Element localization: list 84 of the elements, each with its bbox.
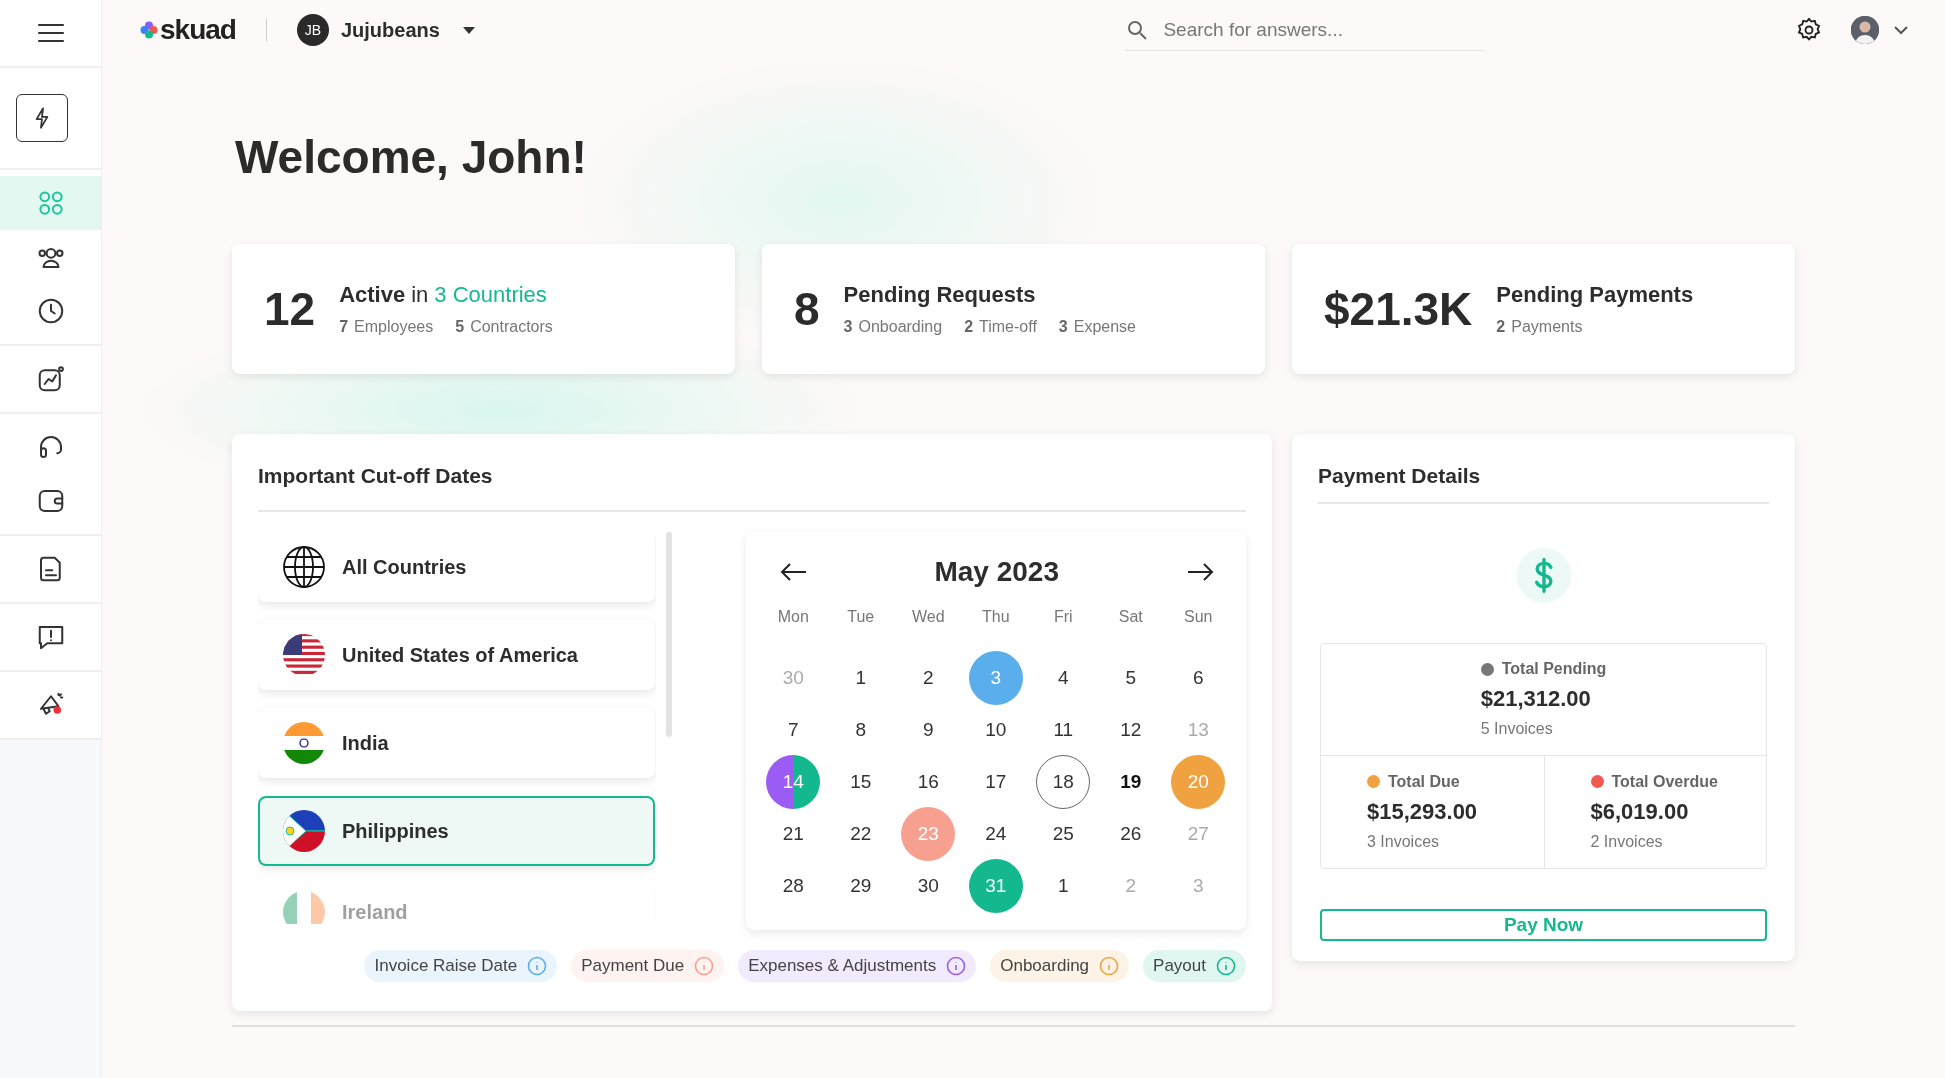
scrollbar[interactable]: [665, 532, 672, 737]
weekday-label: Tue: [846, 608, 876, 627]
calendar-day[interactable]: 22: [833, 807, 888, 861]
calendar-day[interactable]: 16: [901, 755, 956, 809]
calendar-day[interactable]: 30: [901, 859, 956, 913]
calendar-day[interactable]: 21: [766, 807, 821, 861]
calendar-day[interactable]: 15: [833, 755, 888, 809]
total-label: Total Due: [1388, 772, 1460, 791]
calendar-day[interactable]: 11: [1036, 703, 1091, 757]
total-label: Total Pending: [1501, 660, 1607, 679]
calendar-day[interactable]: 12: [1103, 703, 1158, 757]
calendar-day[interactable]: 6: [1171, 651, 1226, 705]
calendar-day[interactable]: 17: [968, 755, 1023, 809]
calendar-month: May 2023: [934, 556, 1059, 588]
calendar-day[interactable]: 26: [1103, 807, 1158, 861]
calendar-day[interactable]: 7: [766, 703, 821, 757]
stat-title: Pending Payments: [1496, 282, 1694, 308]
stat-detail: 3 Onboarding: [843, 318, 943, 336]
calendar-day[interactable]: 2: [901, 651, 956, 705]
search-field[interactable]: Search for answers...: [1161, 17, 1486, 42]
panel-title: Important Cut-off Dates: [258, 464, 1246, 512]
calendar-day[interactable]: 10: [968, 703, 1023, 757]
calendar-day[interactable]: 25: [1036, 807, 1091, 861]
stat-connector: in: [411, 282, 429, 308]
panel-title: Payment Details: [1318, 464, 1769, 504]
calendar-day[interactable]: 9: [901, 703, 956, 757]
lightning-button[interactable]: [16, 94, 68, 142]
calendar-day[interactable]: 29: [833, 859, 888, 913]
logo-icon: [140, 21, 158, 39]
legend-chip: Onboarding: [990, 950, 1130, 982]
company-name[interactable]: Jujubeans: [340, 18, 440, 42]
weekday-label: Mon: [776, 608, 810, 627]
weekday-label: Wed: [910, 608, 946, 627]
company-avatar: JB: [296, 14, 329, 46]
logo-text[interactable]: skuad: [160, 14, 236, 46]
stat-detail: 7 Employees: [339, 318, 434, 336]
invoice-count: 2 Invoices: [1590, 832, 1664, 851]
stat-value: $21.3K: [1324, 282, 1473, 336]
calendar-day[interactable]: 28: [766, 859, 821, 913]
weekday-label: Sat: [1117, 608, 1144, 627]
stat-value: 8: [794, 282, 820, 336]
legend-chip: Expenses & Adjustments: [738, 950, 977, 982]
calendar-day[interactable]: 24: [968, 807, 1023, 861]
weekday-label: Thu: [980, 608, 1011, 627]
calendar-day[interactable]: 19: [1103, 755, 1158, 809]
user-avatar[interactable]: [1851, 16, 1879, 44]
arrow-right-icon[interactable]: [1186, 562, 1214, 582]
flag-icon: [282, 633, 326, 677]
country-item[interactable]: United States of America: [258, 620, 655, 690]
calendar-day[interactable]: 1: [1036, 859, 1091, 913]
invoice-count: 3 Invoices: [1367, 832, 1441, 851]
total-amount: $15,293.00: [1367, 798, 1479, 825]
stat-title: Active: [339, 282, 406, 308]
info-icon[interactable]: [946, 956, 967, 976]
legend-chip: Payment Due: [571, 950, 725, 982]
total-amount: $21,312.00: [1480, 686, 1592, 713]
chevron-down-icon[interactable]: [1893, 25, 1909, 35]
legend-chip: Invoice Raise Date: [364, 950, 558, 982]
flag-icon: [282, 721, 326, 765]
calendar-day[interactable]: 5: [1103, 651, 1158, 705]
stat-value: 12: [264, 282, 316, 336]
stat-detail: 2 Time-off: [964, 318, 1037, 336]
legend-chip: Payout: [1143, 950, 1246, 982]
total-amount: $6,019.00: [1590, 798, 1690, 825]
country-item[interactable]: Philippines: [258, 796, 655, 866]
welcome-heading: Welcome, John!: [235, 130, 588, 184]
dropdown-icon[interactable]: [461, 25, 476, 35]
stat-title: Pending Requests: [843, 282, 1036, 308]
arrow-left-icon[interactable]: [779, 562, 808, 582]
flag-icon: [282, 809, 326, 853]
invoice-count: 5 Invoices: [1480, 720, 1554, 739]
calendar-day[interactable]: 4: [1036, 651, 1091, 705]
calendar-day[interactable]: 1: [833, 651, 888, 705]
calendar-day[interactable]: 8: [833, 703, 888, 757]
flag-icon: [282, 890, 326, 924]
weekday-label: Fri: [1052, 608, 1074, 627]
country-item[interactable]: All Countries: [258, 532, 655, 602]
stat-detail: 2 Payments: [1496, 318, 1583, 336]
stat-detail: 5 Contractors: [455, 318, 553, 336]
country-item[interactable]: India: [258, 708, 655, 778]
globe-icon: [282, 545, 326, 589]
weekday-label: Sun: [1183, 608, 1214, 627]
stat-detail: 3 Expense: [1058, 318, 1136, 336]
total-label: Total Overdue: [1611, 772, 1718, 791]
